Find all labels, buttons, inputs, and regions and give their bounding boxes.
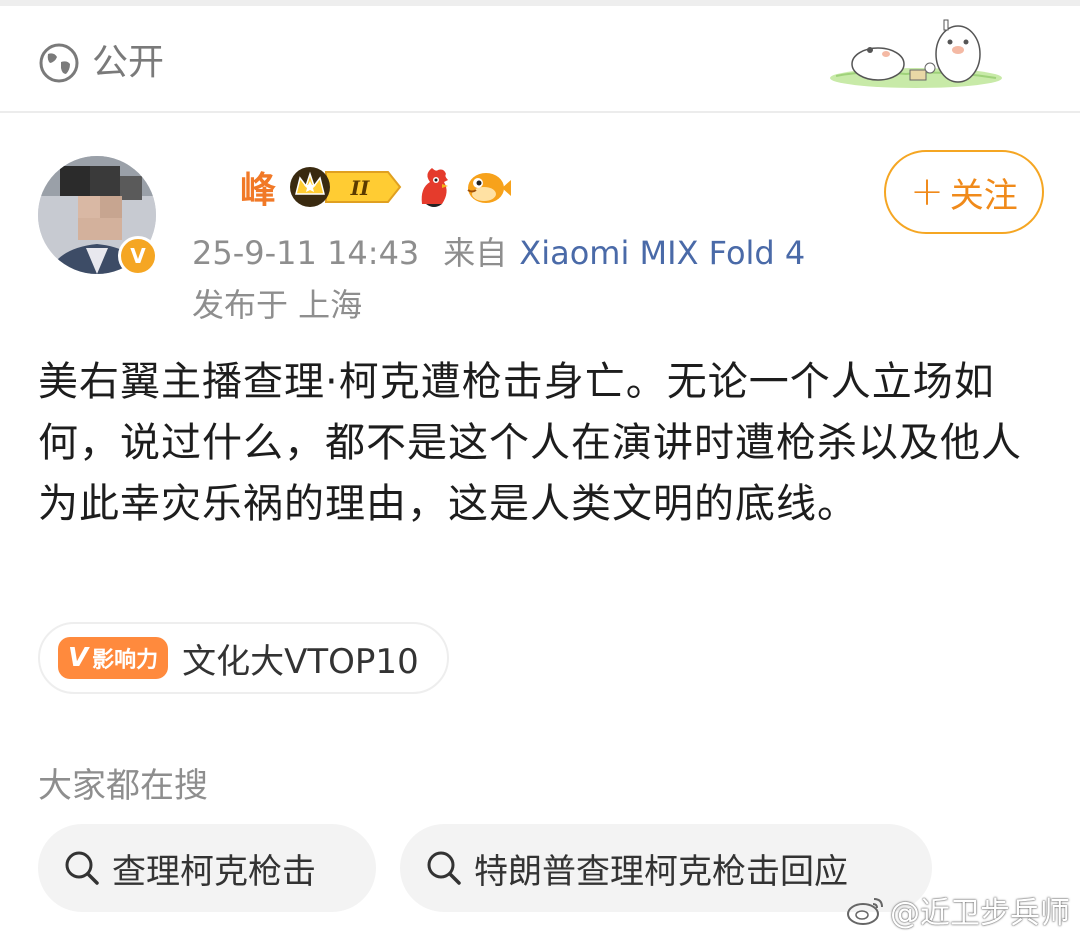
influence-badge-label: 影响力 bbox=[92, 648, 159, 673]
plus-icon: + bbox=[910, 169, 944, 215]
weibo-icon bbox=[847, 898, 883, 925]
search-icon bbox=[65, 851, 99, 885]
search-chip-label: 查理柯克枪击 bbox=[112, 851, 316, 892]
author-name[interactable]: 峰 bbox=[240, 161, 276, 213]
post-location: 发布于 上海 bbox=[192, 286, 363, 324]
visibility-indicator[interactable]: 公开 bbox=[38, 42, 164, 84]
watermark-text: @近卫步兵师 bbox=[890, 896, 1070, 931]
influence-tag[interactable]: V 影响力 文化大VTOP10 bbox=[38, 622, 449, 694]
trending-search-heading: 大家都在搜 bbox=[38, 766, 208, 806]
search-chip-label: 特朗普查理柯克枪击回应 bbox=[474, 851, 848, 892]
visibility-label: 公开 bbox=[92, 42, 165, 83]
post-body-text: 美右翼主播查理·柯克遭枪击身亡。无论一个人立场如何，说过什么，都不是这个人在演讲… bbox=[38, 359, 1022, 527]
svg-text:II: II bbox=[350, 176, 370, 200]
pufferfish-icon bbox=[467, 173, 512, 203]
search-chip[interactable]: 查理柯克枪击 bbox=[38, 824, 376, 912]
influence-text: 文化大VTOP10 bbox=[182, 641, 419, 682]
source-device-link[interactable]: Xiaomi MIX Fold 4 bbox=[519, 234, 805, 272]
follow-button[interactable]: + 关注 bbox=[884, 150, 1044, 234]
watermark: @近卫步兵师 bbox=[846, 888, 1070, 932]
author-avatar[interactable]: V bbox=[38, 156, 158, 276]
header: 公开 bbox=[0, 6, 1080, 111]
cartoon-pig-illustration bbox=[830, 19, 1002, 88]
header-divider bbox=[0, 111, 1080, 113]
rooster-icon bbox=[421, 168, 449, 207]
follow-button-label: 关注 bbox=[949, 175, 1018, 216]
search-icon bbox=[427, 851, 461, 885]
source-prefix: 来自 bbox=[443, 234, 508, 272]
crown-level-badge[interactable]: II bbox=[286, 164, 402, 210]
influence-badge: V 影响力 bbox=[58, 637, 169, 679]
author-name-row: 峰 II bbox=[192, 160, 512, 214]
influence-v-icon: V bbox=[68, 643, 89, 673]
globe-icon bbox=[39, 43, 79, 83]
post-timestamp: 25-9-11 14:43 bbox=[192, 234, 420, 272]
post-meta: 25-9-11 14:43 来自 Xiaomi MIX Fold 4 bbox=[192, 228, 805, 274]
verified-badge: V bbox=[118, 236, 158, 276]
